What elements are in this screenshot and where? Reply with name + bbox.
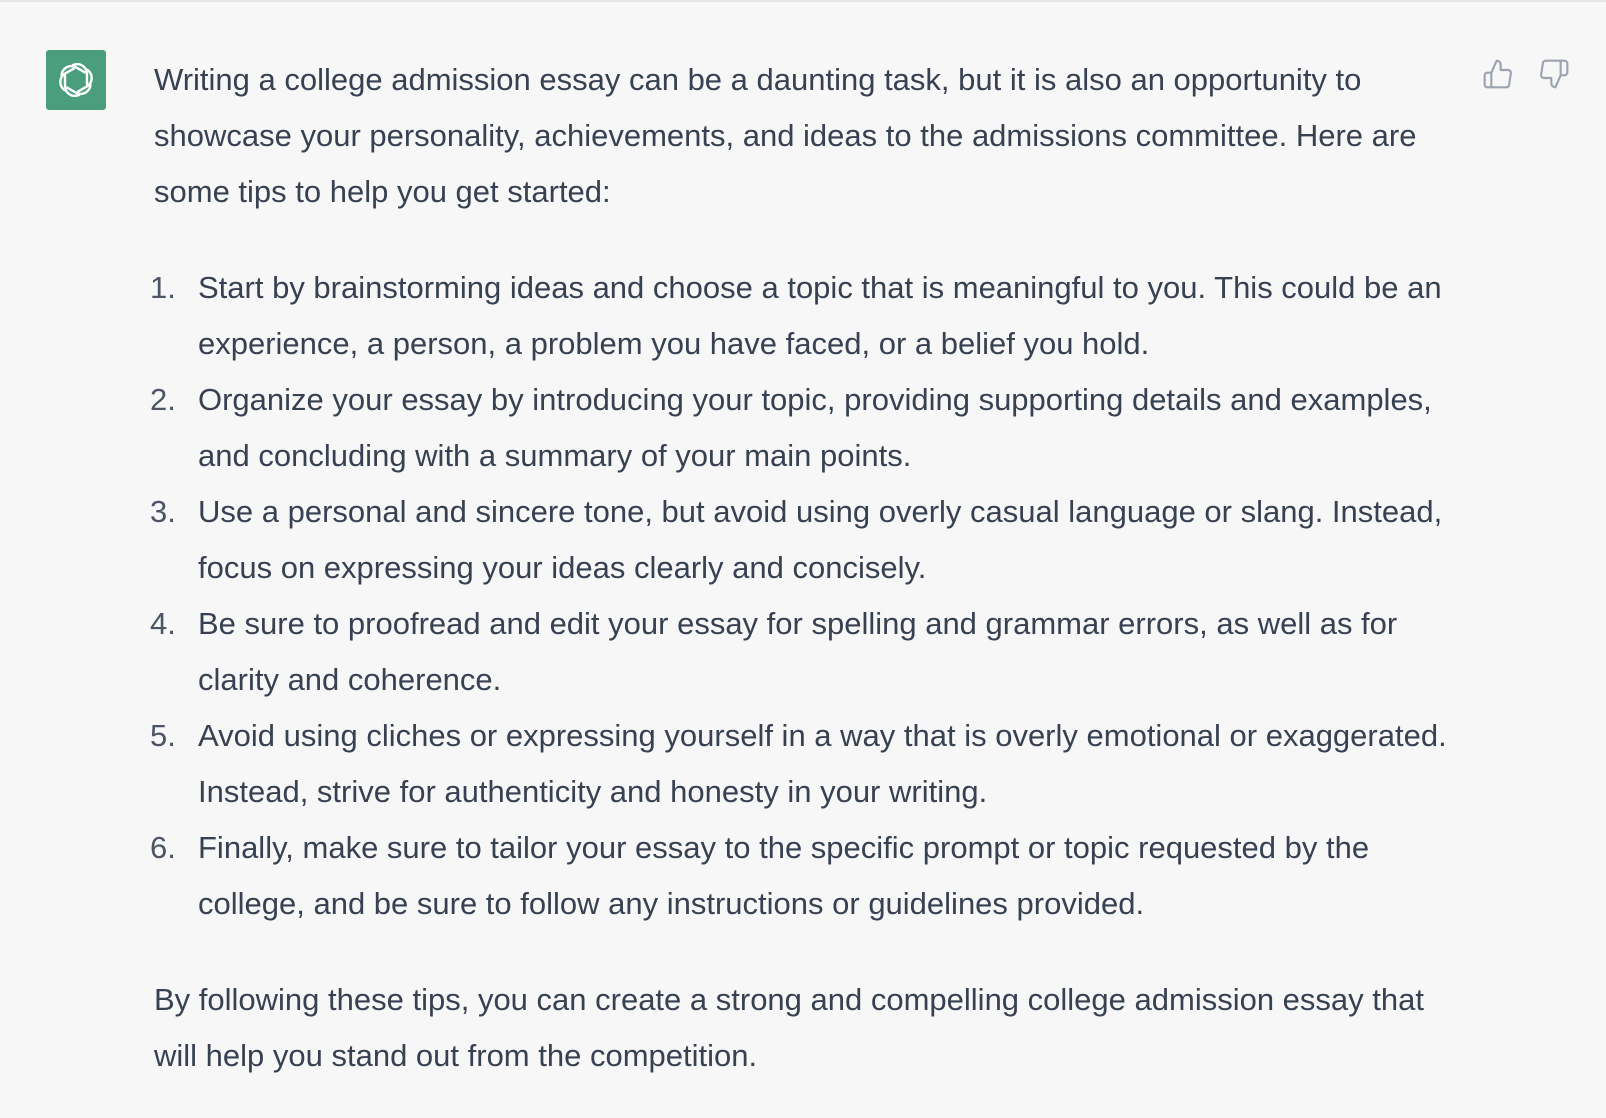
- list-number: 3.: [150, 494, 176, 529]
- list-item-text: Use a personal and sincere tone, but avo…: [198, 494, 1443, 585]
- thumbs-up-icon: [1483, 59, 1512, 89]
- list-item: 5. Avoid using cliches or expressing you…: [150, 708, 1454, 820]
- list-item: 1. Start by brainstorming ideas and choo…: [150, 260, 1454, 372]
- tips-list: 1. Start by brainstorming ideas and choo…: [150, 260, 1454, 932]
- list-item-text: Avoid using cliches or expressing yourse…: [198, 718, 1447, 809]
- dislike-button[interactable]: [1536, 56, 1572, 92]
- assistant-message: Writing a college admission essay can be…: [0, 0, 1606, 1118]
- list-item: 6. Finally, make sure to tailor your ess…: [150, 820, 1454, 932]
- feedback-buttons: [1480, 56, 1572, 92]
- intro-paragraph: Writing a college admission essay can be…: [154, 62, 1417, 209]
- list-number: 2.: [150, 382, 176, 417]
- like-button[interactable]: [1480, 56, 1516, 92]
- thumbs-down-icon: [1540, 59, 1569, 89]
- list-item: 4. Be sure to proofread and edit your es…: [150, 596, 1454, 708]
- list-item: 2. Organize your essay by introducing yo…: [150, 372, 1454, 484]
- list-item-text: Organize your essay by introducing your …: [198, 382, 1432, 473]
- assistant-avatar: [46, 50, 106, 110]
- list-item: 3. Use a personal and sincere tone, but …: [150, 484, 1454, 596]
- list-number: 1.: [150, 270, 176, 305]
- list-item-text: Start by brainstorming ideas and choose …: [198, 270, 1442, 361]
- list-item-text: Finally, make sure to tailor your essay …: [198, 830, 1370, 921]
- list-number: 6.: [150, 830, 176, 865]
- list-item-text: Be sure to proofread and edit your essay…: [198, 606, 1398, 697]
- list-number: 4.: [150, 606, 176, 641]
- list-number: 5.: [150, 718, 176, 753]
- assistant-logo-icon: [59, 62, 93, 98]
- outro-paragraph: By following these tips, you can create …: [154, 982, 1424, 1073]
- message-content: Writing a college admission essay can be…: [150, 52, 1454, 1084]
